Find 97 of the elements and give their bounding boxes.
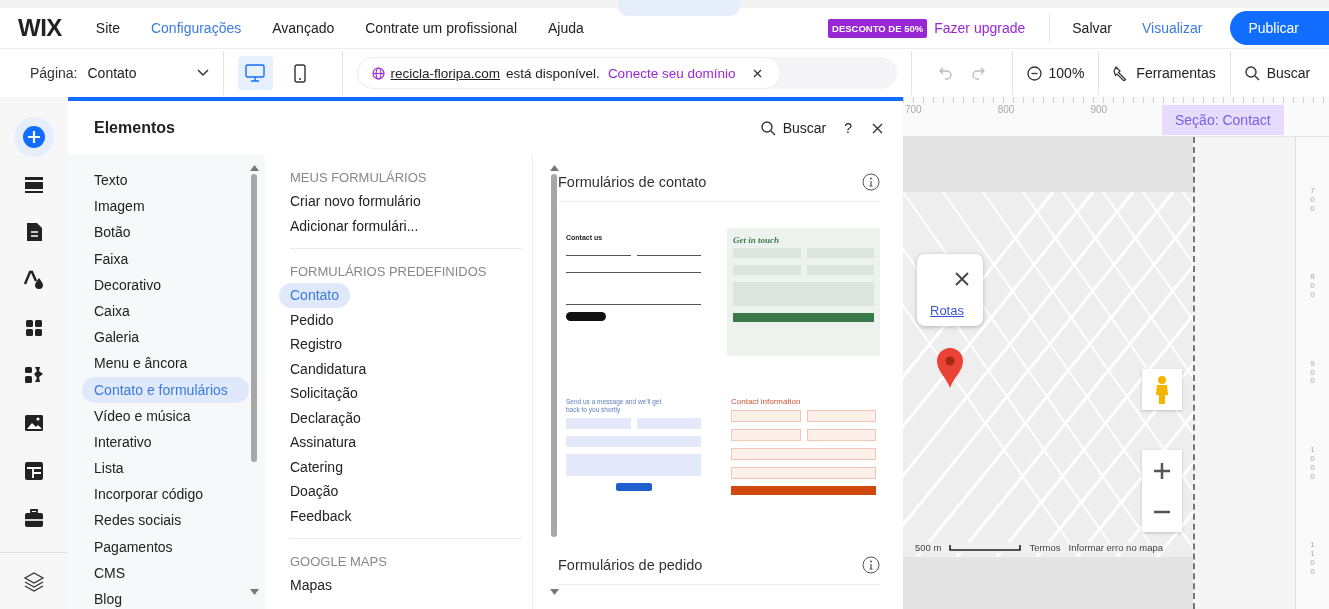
menu-item[interactable]: Site: [95, 20, 120, 36]
category-item[interactable]: Vídeo e música: [82, 402, 249, 429]
directions-link[interactable]: Rotas: [930, 303, 964, 318]
category-item[interactable]: Decorativo: [82, 271, 249, 298]
section-title: Formulários de pedido: [558, 557, 703, 573]
discount-badge: DESCONTO DE 50%: [828, 18, 928, 38]
panel-title: Elementos: [94, 119, 175, 137]
category-item[interactable]: Pagamentos: [82, 533, 249, 560]
table-icon: [23, 459, 45, 482]
person-icon: [1154, 374, 1170, 405]
connect-domain-link[interactable]: Conecte seu domínio: [607, 65, 736, 81]
layers-icon: [23, 570, 45, 593]
category-item[interactable]: Blog: [82, 586, 249, 609]
collapse-handle[interactable]: [618, 0, 740, 16]
section-title: Formulários de contato: [558, 174, 707, 190]
minus-icon: [1153, 509, 1171, 514]
close-icon[interactable]: [955, 272, 969, 286]
zoom-out-icon: [1026, 65, 1042, 81]
page-label: Página:: [30, 65, 78, 81]
upgrade-link[interactable]: Fazer upgrade: [934, 20, 1026, 36]
scrollbar-thumb[interactable]: [551, 174, 558, 537]
scroll-down-icon[interactable]: [249, 589, 259, 595]
category-item[interactable]: Interativo: [82, 428, 249, 456]
close-icon[interactable]: [753, 68, 763, 78]
help-button[interactable]: ?: [844, 120, 852, 136]
category-item[interactable]: CMS: [82, 559, 249, 586]
desktop-view-button[interactable]: [237, 56, 273, 90]
section-label[interactable]: Seção: Contact: [1162, 105, 1284, 135]
form-type-item[interactable]: Doação: [279, 479, 350, 504]
category-item[interactable]: Caixa: [82, 297, 249, 325]
category-item[interactable]: Texto: [82, 167, 249, 194]
search-button[interactable]: Buscar: [760, 120, 827, 136]
section-heading: FORMULÁRIOS PREDEFINIDOS: [289, 263, 488, 281]
form-template[interactable]: Contact information: [727, 392, 880, 520]
category-item[interactable]: Imagem: [82, 193, 249, 220]
monitor-icon: [245, 63, 266, 83]
form-type-item[interactable]: Solicitação: [279, 381, 369, 406]
report-error-link[interactable]: Informar erro no mapa: [1068, 542, 1164, 553]
availability-text: está disponível.: [506, 65, 600, 81]
scrollbar-thumb[interactable]: [251, 174, 257, 463]
save-button[interactable]: Salvar: [1072, 20, 1112, 36]
form-type-item[interactable]: Adicionar formulári...: [279, 213, 430, 238]
form-type-item[interactable]: Registro: [279, 332, 354, 357]
section-heading: MEUS FORMULÁRIOS: [289, 169, 428, 187]
form-type-item[interactable]: Mapas: [279, 573, 344, 598]
form-heading: Get in touch: [733, 236, 780, 244]
scroll-up-icon[interactable]: [549, 165, 559, 171]
menu-item[interactable]: Avançado: [272, 20, 335, 36]
briefcase-icon: [23, 507, 45, 530]
menu-item[interactable]: Configurações: [150, 20, 242, 36]
info-icon[interactable]: [862, 173, 880, 191]
search-icon: [760, 120, 776, 136]
page-dropdown[interactable]: Contato: [87, 65, 209, 81]
menu-item[interactable]: Ajuda: [548, 20, 584, 36]
section-heading: GOOGLE MAPS: [289, 553, 388, 571]
preview-button[interactable]: Visualizar: [1141, 20, 1203, 36]
add-icon: [23, 125, 45, 148]
info-icon[interactable]: [862, 556, 880, 574]
terms-link[interactable]: Termos: [1029, 542, 1061, 553]
ruler-number: 900: [1090, 104, 1108, 117]
close-icon[interactable]: [872, 122, 883, 134]
domain-link[interactable]: recicla-floripa.com: [390, 65, 501, 81]
form-type-item[interactable]: Candidatura: [279, 356, 378, 381]
form-template[interactable]: Get in touch: [727, 228, 880, 356]
scroll-up-icon[interactable]: [249, 165, 259, 171]
map-pin-icon: [936, 347, 964, 389]
logo[interactable]: WIX: [18, 14, 62, 42]
form-type-item[interactable]: Declaração: [279, 405, 372, 430]
ruler-number: 700: [905, 104, 922, 117]
publish-button[interactable]: Publicar: [1230, 11, 1329, 45]
form-type-item[interactable]: Catering: [279, 454, 354, 479]
form-heading: Contact information: [731, 398, 802, 406]
map[interactable]: Rotas 500 m Termos Informar erro no mapa: [903, 192, 1193, 557]
category-item[interactable]: Redes sociais: [82, 507, 249, 534]
ruler-number: 800: [997, 104, 1015, 117]
category-item[interactable]: Menu e âncora: [82, 350, 249, 377]
tools-button[interactable]: Ferramentas: [1113, 65, 1216, 81]
plus-icon: [1153, 461, 1171, 480]
chevron-down-icon: [196, 69, 209, 77]
form-type-item[interactable]: Assinatura: [279, 430, 368, 455]
form-type-item[interactable]: Feedback: [279, 503, 363, 528]
form-type-item[interactable]: Pedido: [279, 307, 345, 332]
category-item[interactable]: Faixa: [82, 245, 249, 272]
category-item[interactable]: Lista: [82, 455, 249, 482]
category-item[interactable]: Botão: [82, 219, 249, 246]
category-item[interactable]: Incorporar código: [82, 481, 249, 508]
paint-icon: [23, 268, 45, 291]
form-type-item[interactable]: Criar novo formulário: [279, 189, 432, 214]
category-item[interactable]: Galeria: [82, 324, 249, 351]
search-icon: [1244, 65, 1260, 81]
globe-icon: [371, 66, 385, 80]
zoom-button[interactable]: 100%: [1026, 65, 1085, 81]
search-button[interactable]: Buscar: [1244, 65, 1311, 81]
menu-item[interactable]: Contrate um profissional: [365, 20, 517, 36]
scroll-down-icon[interactable]: [549, 589, 559, 595]
scale-bar-icon: [949, 544, 1022, 551]
scale-label: 500 m: [915, 542, 942, 553]
